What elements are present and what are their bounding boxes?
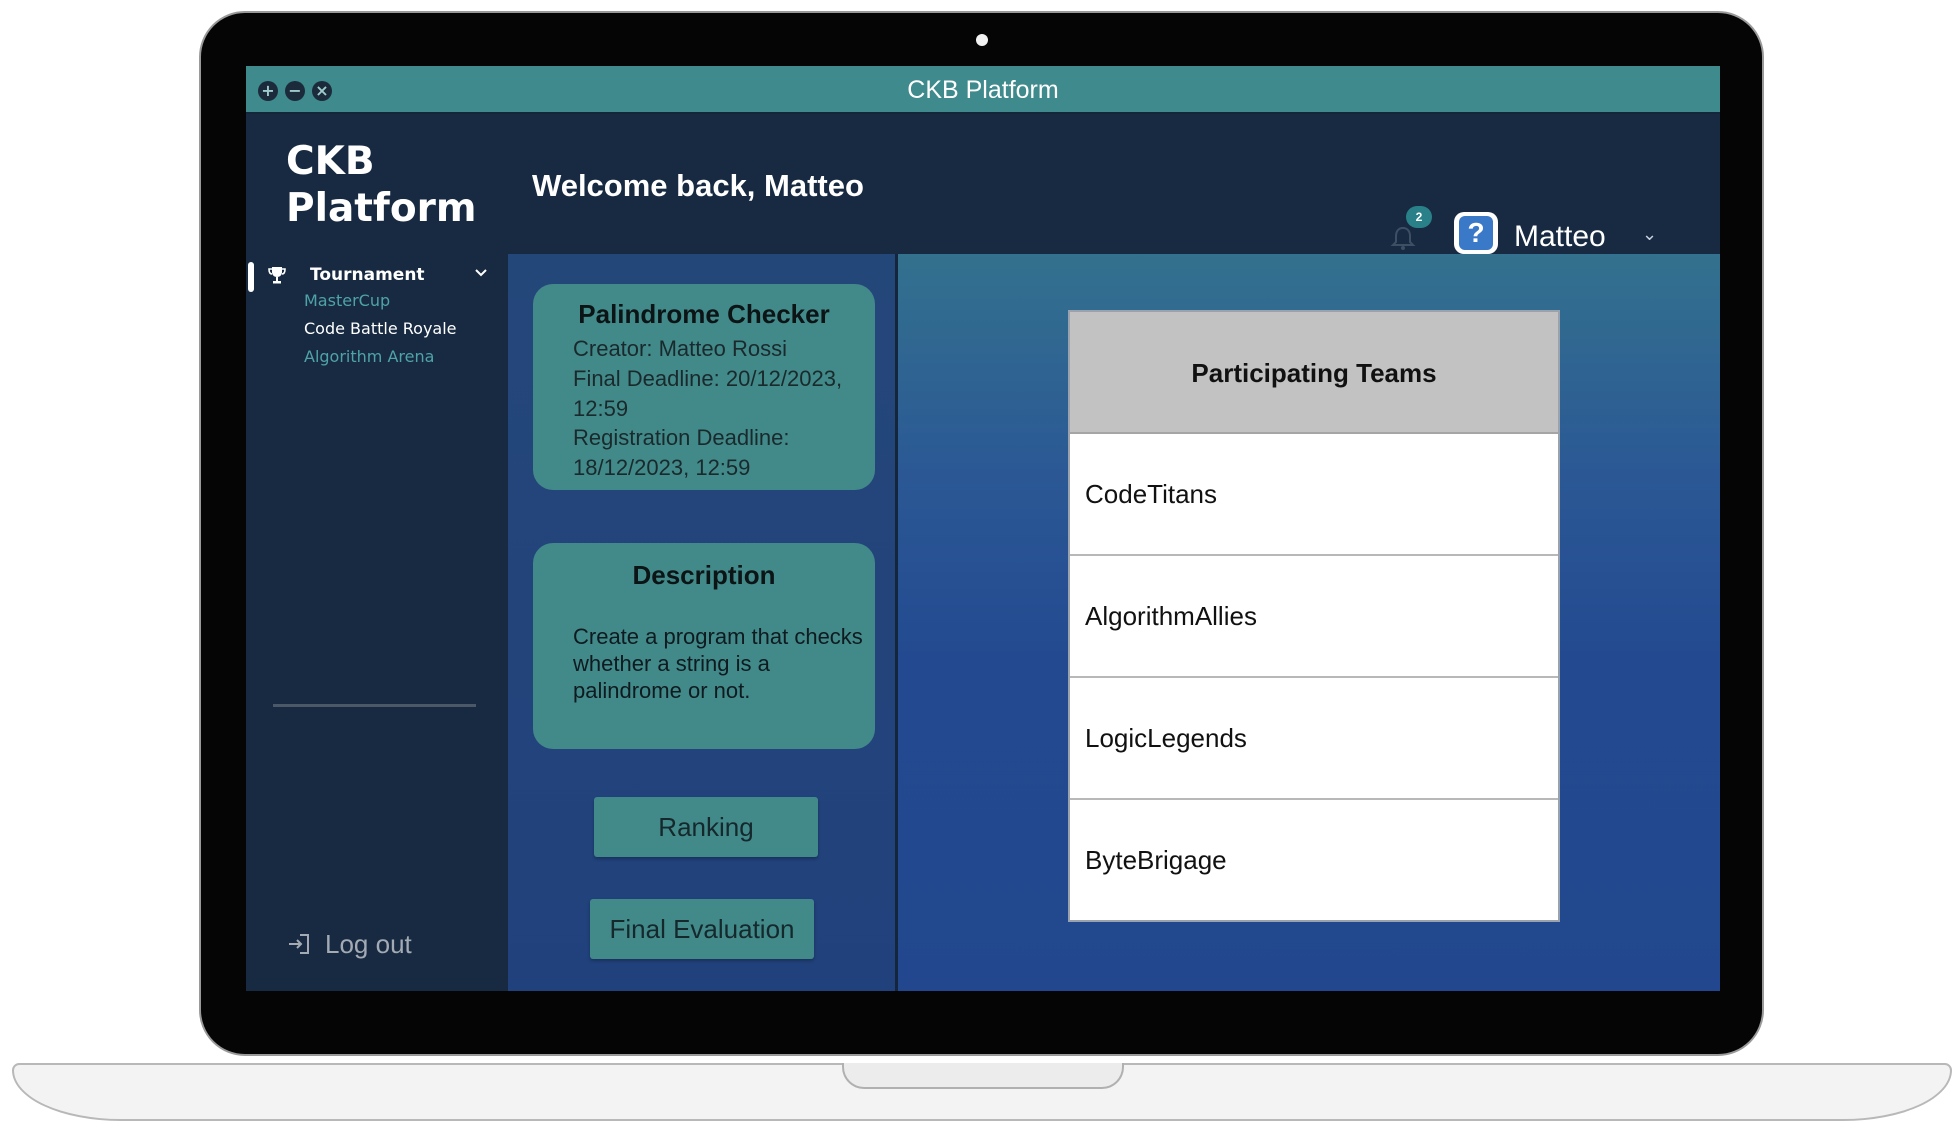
sidebar-section-tournament[interactable]: Tournament [310, 264, 425, 286]
logout-icon[interactable] [286, 931, 312, 957]
challenge-title: Palindrome Checker [578, 299, 830, 329]
registration-deadline: Registration Deadline: [573, 425, 790, 450]
sidebar-item-algorithm-arena[interactable]: Algorithm Arena [304, 346, 434, 368]
registration-deadline-value: 18/12/2023, 12:59 [573, 455, 751, 480]
sidebar: Tournament MasterCup Code Battle Royale … [246, 254, 508, 991]
logout-button[interactable]: Log out [325, 928, 412, 960]
ranking-button[interactable]: Ranking [594, 797, 818, 857]
sidebar-item-code-battle-royale[interactable]: Code Battle Royale [304, 318, 457, 340]
app-window: + − × CKB Platform CKB Platform Welcome … [246, 66, 1720, 991]
challenge-creator: Creator: Matteo Rossi [573, 336, 787, 361]
table-row[interactable]: AlgorithmAllies [1070, 556, 1558, 678]
avatar[interactable]: ? [1454, 212, 1498, 254]
welcome-message: Welcome back, Matteo [532, 168, 864, 203]
laptop-notch [842, 1063, 1124, 1089]
sidebar-item-mastercup[interactable]: MasterCup [304, 290, 390, 312]
chevron-down-icon[interactable]: ⌄ [1642, 222, 1657, 246]
notification-badge: 2 [1406, 206, 1432, 228]
title-bar: + − × CKB Platform [246, 66, 1720, 114]
trophy-icon [268, 267, 286, 284]
app-logo: CKB Platform [286, 139, 477, 231]
active-indicator [248, 262, 254, 292]
description-title: Description [632, 560, 776, 590]
description-card: Description Create a program that checks… [533, 543, 875, 749]
chevron-down-icon[interactable] [472, 264, 490, 282]
teams-panel: Participating Teams CodeTitans Algorithm… [898, 254, 1720, 991]
user-name[interactable]: Matteo [1514, 218, 1606, 256]
final-evaluation-button[interactable]: Final Evaluation [590, 899, 814, 959]
table-row[interactable]: LogicLegends [1070, 678, 1558, 800]
app-header: CKB Platform Welcome back, Matteo 2 ? Ma… [246, 114, 1720, 254]
final-deadline-time: 12:59 [573, 396, 629, 421]
description-text: Create a program that checks whether a s… [573, 624, 863, 703]
teams-table-header: Participating Teams [1070, 312, 1558, 434]
table-row[interactable]: ByteBrigage [1070, 800, 1558, 922]
teams-table: Participating Teams CodeTitans Algorithm… [1068, 310, 1560, 922]
table-row[interactable]: CodeTitans [1070, 434, 1558, 556]
sidebar-divider [273, 704, 476, 707]
challenge-info-card: Palindrome Checker Creator: Matteo Rossi… [533, 284, 875, 490]
question-mark-icon: ? [1459, 216, 1493, 250]
window-title: CKB Platform [907, 76, 1059, 104]
camera-dot [976, 34, 988, 46]
final-deadline: Final Deadline: 20/12/2023, [573, 366, 843, 391]
challenge-panel: Palindrome Checker Creator: Matteo Rossi… [508, 254, 895, 991]
